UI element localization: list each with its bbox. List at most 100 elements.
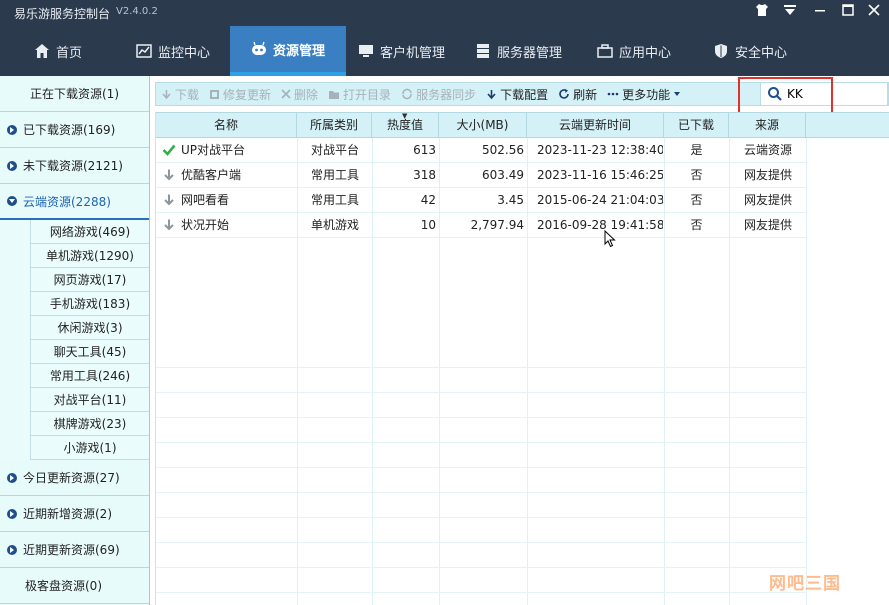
column-header-size[interactable]: 大小(MB) bbox=[439, 113, 527, 137]
sidebar-item-recent-updated[interactable]: 近期更新资源(69) bbox=[0, 532, 149, 568]
sidebar-item-label: 已下载资源(169) bbox=[23, 123, 116, 137]
grid-line bbox=[156, 517, 806, 518]
table-row[interactable]: 状况开始 单机游戏 10 2,797.94 2016-09-28 19:41:5… bbox=[156, 213, 806, 238]
nav-client[interactable]: 客户机管理 bbox=[352, 26, 451, 76]
cell-name: 状况开始 bbox=[181, 218, 230, 232]
nav-app-center[interactable]: 应用中心 bbox=[591, 26, 677, 76]
download-arrow-icon bbox=[164, 219, 174, 231]
delete-button[interactable]: 删除 bbox=[276, 83, 323, 105]
open-directory-button[interactable]: 打开目录 bbox=[323, 83, 396, 105]
grid-line bbox=[156, 417, 806, 418]
cell-category: 对战平台 bbox=[311, 143, 360, 157]
sidebar-item-label: 正在下载资源(1) bbox=[30, 87, 119, 101]
column-header-category[interactable]: 所属类别 bbox=[297, 113, 372, 137]
sidebar-sub-mini-games[interactable]: 小游戏(1) bbox=[30, 436, 149, 460]
expand-arrow-icon bbox=[7, 544, 17, 555]
cell-category: 常用工具 bbox=[311, 168, 360, 182]
cell-size: 603.49 bbox=[482, 168, 524, 182]
download-arrow-icon bbox=[164, 194, 174, 206]
nav-resource[interactable]: 资源管理 bbox=[230, 26, 346, 76]
sidebar-item-recent-new[interactable]: 近期新增资源(2) bbox=[0, 496, 149, 532]
sidebar-sub-casual-games[interactable]: 休闲游戏(3) bbox=[30, 316, 149, 340]
cell-updated: 2015-06-24 21:04:03 bbox=[537, 193, 663, 207]
expand-arrow-icon bbox=[7, 508, 17, 519]
cell-updated: 2023-11-16 15:46:25 bbox=[537, 168, 663, 182]
cell-downloaded: 是 bbox=[690, 143, 703, 157]
close-icon[interactable] bbox=[864, 3, 884, 23]
cell-size: 2,797.94 bbox=[470, 218, 524, 232]
folder-icon bbox=[329, 90, 340, 99]
sidebar-sub-label: 手机游戏(183) bbox=[49, 297, 131, 311]
repair-icon bbox=[210, 89, 220, 99]
table-row[interactable]: 网吧看看 常用工具 42 3.45 2015-06-24 21:04:03 否 … bbox=[156, 188, 806, 213]
menu-icon[interactable] bbox=[780, 3, 800, 23]
server-sync-button[interactable]: 服务器同步 bbox=[396, 83, 481, 105]
minimize-icon[interactable] bbox=[810, 3, 830, 23]
sidebar-sub-single-games[interactable]: 单机游戏(1290) bbox=[30, 244, 149, 268]
home-icon bbox=[35, 44, 49, 58]
nav-label-resource: 资源管理 bbox=[272, 43, 325, 59]
header-label: 云端更新时间 bbox=[558, 118, 631, 132]
sidebar-item-today-updated[interactable]: 今日更新资源(27) bbox=[0, 460, 149, 496]
collapse-arrow-icon bbox=[7, 196, 17, 206]
download-arrow-icon bbox=[487, 89, 496, 99]
nav-label-home: 首页 bbox=[56, 45, 83, 61]
sidebar-item-downloaded[interactable]: 已下载资源(169) bbox=[0, 112, 149, 148]
cell-name: 优酷客户端 bbox=[181, 168, 242, 182]
sidebar-item-label: 云端资源(2288) bbox=[23, 194, 111, 209]
table-row[interactable]: 优酷客户端 常用工具 318 603.49 2023-11-16 15:46:2… bbox=[156, 163, 806, 188]
sidebar-sub-mobile-games[interactable]: 手机游戏(183) bbox=[30, 292, 149, 316]
nav-security[interactable]: 安全中心 bbox=[707, 26, 793, 76]
grid-line bbox=[156, 442, 806, 443]
column-header-source[interactable]: 来源 bbox=[729, 113, 806, 137]
more-label: 更多功能 bbox=[622, 87, 671, 102]
sidebar-item-label: 近期新增资源(2) bbox=[23, 507, 112, 521]
sidebar-item-not-downloaded[interactable]: 未下载资源(2121) bbox=[0, 148, 149, 184]
sidebar-sub-board-games[interactable]: 棋牌游戏(23) bbox=[30, 412, 149, 436]
sidebar-item-downloading[interactable]: 正在下载资源(1) bbox=[0, 76, 149, 112]
sidebar-sub-chat-tools[interactable]: 聊天工具(45) bbox=[30, 340, 149, 364]
repair-update-button[interactable]: 修复更新 bbox=[204, 83, 276, 105]
refresh-icon bbox=[559, 89, 569, 99]
sidebar-sub-online-games[interactable]: 网络游戏(469) bbox=[30, 220, 149, 244]
robot-icon bbox=[251, 41, 266, 55]
mouse-cursor-icon bbox=[604, 230, 616, 248]
cell-heat: 10 bbox=[420, 218, 436, 232]
sidebar-sub-common-tools[interactable]: 常用工具(246) bbox=[30, 364, 149, 388]
sidebar-sub-battle-platform[interactable]: 对战平台(11) bbox=[30, 388, 149, 412]
cell-size: 3.45 bbox=[497, 193, 524, 207]
cell-downloaded: 否 bbox=[690, 168, 703, 182]
nav-label-server: 服务器管理 bbox=[497, 45, 563, 61]
more-functions-dropdown[interactable]: 更多功能 bbox=[602, 83, 686, 105]
delete-x-icon bbox=[281, 89, 291, 99]
table-row[interactable]: UP对战平台 对战平台 613 502.56 2023-11-23 12:38:… bbox=[156, 138, 806, 163]
download-button[interactable]: 下载 bbox=[156, 83, 204, 105]
sidebar-item-label: 未下载资源(2121) bbox=[23, 159, 123, 173]
grid-line bbox=[156, 567, 806, 568]
cell-heat: 318 bbox=[413, 168, 436, 182]
sidebar-sub-web-games[interactable]: 网页游戏(17) bbox=[30, 268, 149, 292]
cell-updated: 2016-09-28 19:41:58 bbox=[537, 218, 663, 232]
sidebar-sub-label: 聊天工具(45) bbox=[53, 345, 127, 359]
app-version: V2.4.0.2 bbox=[116, 6, 158, 17]
skin-icon[interactable] bbox=[752, 3, 772, 23]
column-header-updated[interactable]: 云端更新时间 bbox=[527, 113, 664, 137]
grid-line bbox=[156, 392, 806, 393]
maximize-icon[interactable] bbox=[838, 3, 858, 23]
sidebar-item-geek-disk[interactable]: 极客盘资源(0) bbox=[0, 568, 149, 604]
column-header-name[interactable]: 名称 bbox=[156, 113, 297, 137]
cell-source: 网友提供 bbox=[744, 218, 793, 232]
download-config-button[interactable]: 下载配置 bbox=[481, 83, 553, 105]
sidebar-sub-label: 单机游戏(1290) bbox=[46, 249, 134, 263]
cell-category: 单机游戏 bbox=[311, 218, 360, 232]
nav-server[interactable]: 服务器管理 bbox=[469, 26, 568, 76]
expand-arrow-icon bbox=[7, 472, 17, 483]
download-arrow-icon bbox=[162, 89, 171, 99]
nav-home[interactable]: 首页 bbox=[28, 26, 88, 76]
cell-heat: 42 bbox=[420, 193, 436, 207]
column-header-downloaded[interactable]: 已下载 bbox=[664, 113, 729, 137]
sidebar-item-cloud[interactable]: 云端资源(2288) bbox=[0, 184, 149, 220]
refresh-button[interactable]: 刷新 bbox=[553, 83, 602, 105]
nav-monitor[interactable]: 监控中心 bbox=[130, 26, 216, 76]
title-bar: 易乐游服务控制台 V2.4.0.2 bbox=[0, 0, 889, 26]
